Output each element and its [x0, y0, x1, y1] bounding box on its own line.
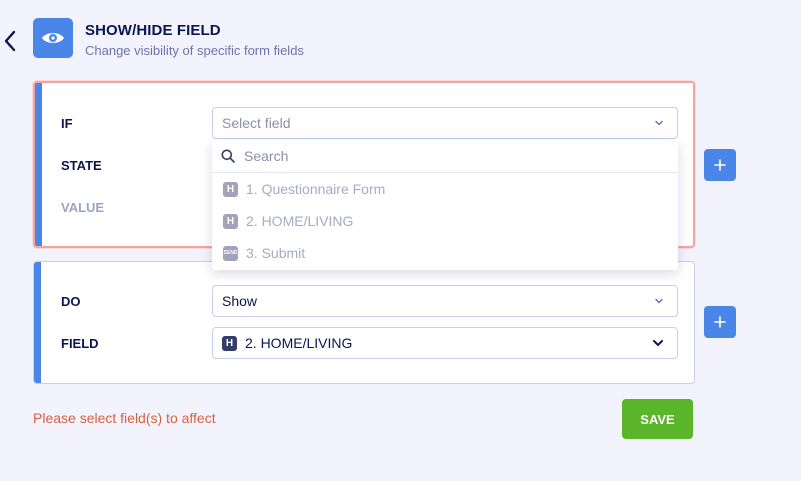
chevron-down-icon — [653, 340, 663, 347]
state-label: STATE — [61, 158, 102, 173]
back-button[interactable] — [2, 28, 18, 54]
do-value: Show — [222, 293, 258, 309]
action-card — [33, 261, 695, 384]
page-title: SHOW/HIDE FIELD — [85, 22, 221, 39]
chevron-down-icon — [655, 298, 663, 304]
if-field-select[interactable]: Select field — [212, 107, 678, 139]
header-field-icon: H — [223, 213, 238, 229]
dropdown-option-label: 2. HOME/LIVING — [246, 213, 354, 229]
submit-field-icon: SEND — [223, 245, 238, 261]
eye-icon — [33, 18, 73, 58]
dropdown-option-label: 3. Submit — [246, 245, 306, 261]
target-field-value: 2. HOME/LIVING — [245, 335, 353, 351]
header-field-icon: H — [222, 335, 237, 351]
dropdown-option-label: 1. Questionnaire Form — [246, 181, 386, 197]
error-message: Please select field(s) to affect — [33, 410, 216, 426]
if-label: IF — [61, 116, 73, 131]
dropdown-option[interactable]: H 2. HOME/LIVING — [212, 205, 678, 237]
value-label: VALUE — [61, 200, 105, 215]
do-label: DO — [61, 294, 81, 309]
dropdown-search — [212, 140, 678, 173]
do-select[interactable]: Show — [212, 285, 678, 317]
add-action-button[interactable] — [704, 306, 736, 338]
save-button[interactable]: SAVE — [622, 399, 693, 439]
plus-icon — [714, 159, 726, 171]
target-field-select[interactable]: H 2. HOME/LIVING — [212, 327, 678, 359]
dropdown-search-input[interactable] — [244, 148, 644, 164]
page-subtitle: Change visibility of specific form field… — [85, 43, 304, 58]
search-icon — [221, 149, 235, 163]
chevron-down-icon — [655, 120, 663, 126]
if-field-placeholder: Select field — [222, 115, 291, 131]
plus-icon — [714, 316, 726, 328]
dropdown-option[interactable]: SEND 3. Submit — [212, 237, 678, 269]
header-field-icon: H — [223, 181, 238, 197]
field-dropdown: H 1. Questionnaire Form H 2. HOME/LIVING… — [212, 140, 678, 270]
add-condition-button[interactable] — [704, 149, 736, 181]
dropdown-option[interactable]: H 1. Questionnaire Form — [212, 173, 678, 205]
field-label: FIELD — [61, 336, 99, 351]
chevron-left-icon — [4, 30, 16, 52]
